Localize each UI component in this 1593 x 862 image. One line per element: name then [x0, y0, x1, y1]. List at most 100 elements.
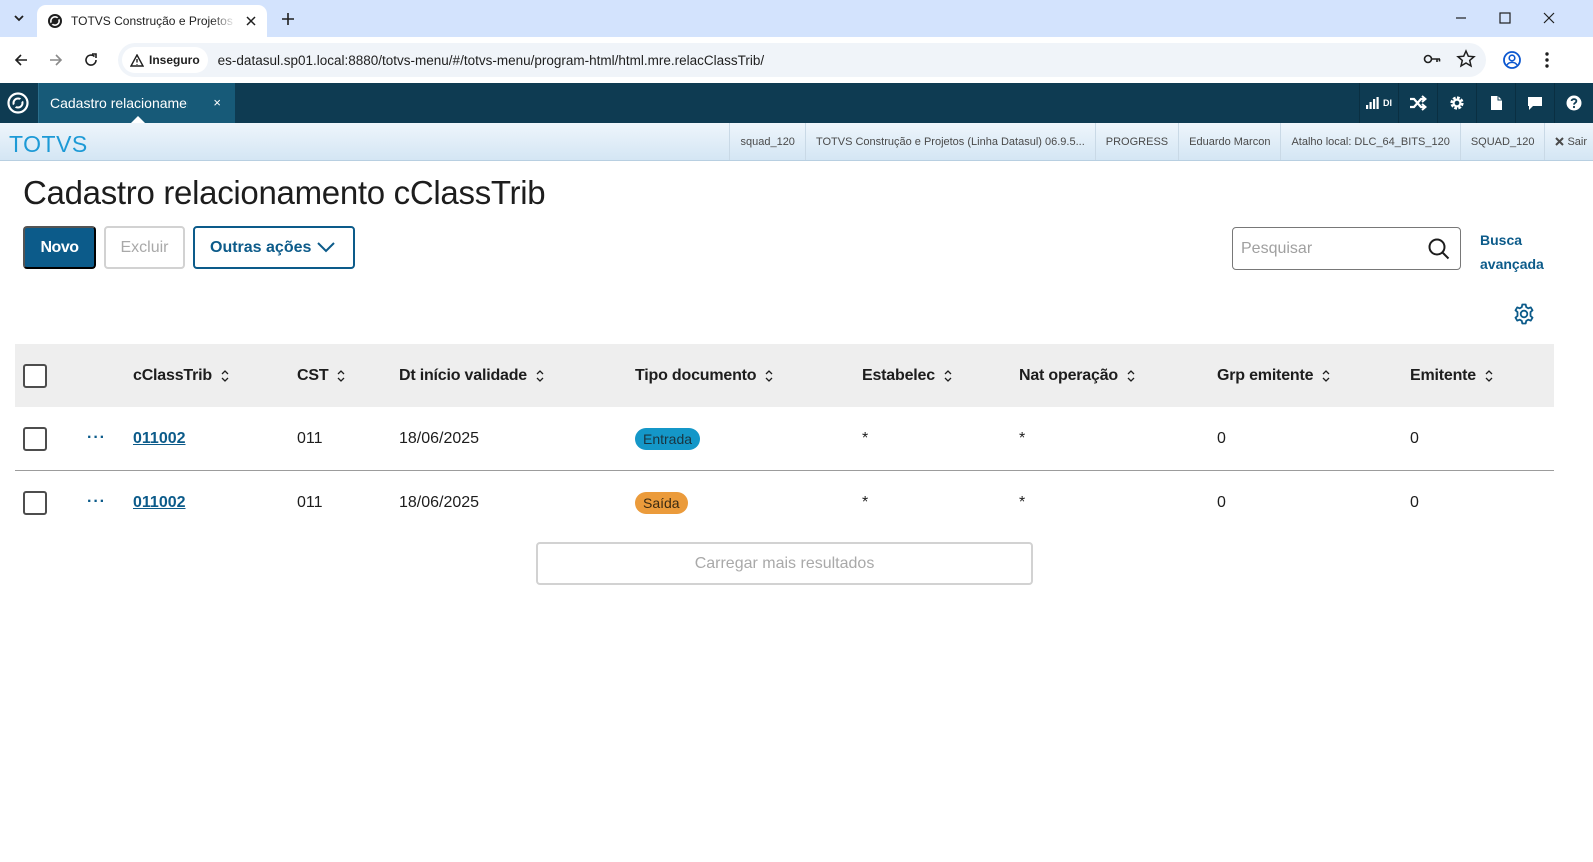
header-estabelec-label: Estabelec — [862, 366, 935, 384]
sort-icon — [765, 369, 773, 382]
help-icon[interactable] — [1554, 83, 1593, 123]
shuffle-icon[interactable] — [1398, 83, 1437, 123]
cell-cst: 011 — [297, 429, 323, 447]
minimize-window-icon[interactable] — [1439, 5, 1483, 31]
other-actions-label: Outras ações — [210, 238, 312, 256]
delete-button[interactable]: Excluir — [104, 226, 185, 269]
totvs-logo-icon[interactable] — [7, 92, 29, 114]
sort-icon — [337, 369, 345, 382]
bookmark-star-icon[interactable] — [1456, 49, 1476, 69]
sort-icon — [944, 369, 952, 382]
close-tab-icon[interactable] — [243, 13, 259, 29]
sort-icon — [221, 369, 229, 382]
load-more-button[interactable]: Carregar mais resultados — [536, 542, 1033, 585]
search-input[interactable] — [1241, 238, 1421, 260]
chevron-down-icon — [317, 242, 335, 253]
header-tipo-doc-label: Tipo documento — [635, 366, 757, 384]
app-tab-close-icon[interactable]: × — [213, 95, 221, 110]
info-bar: TOTVS squad_120 TOTVS Construção e Proje… — [0, 123, 1593, 161]
logout-button[interactable]: Sair — [1544, 123, 1593, 160]
insecure-label: Inseguro — [149, 53, 200, 67]
info-product[interactable]: TOTVS Construção e Projetos (Linha Datas… — [804, 123, 1095, 160]
info-environment[interactable]: SQUAD_120 — [1459, 123, 1545, 160]
browser-tab-strip: TOTVS Construção e Projetos (Linha Datas… — [0, 0, 1593, 37]
brand-logo-text: TOTVS — [9, 131, 88, 157]
new-tab-icon[interactable] — [276, 7, 300, 31]
header-tipo-documento[interactable]: Tipo documento — [635, 344, 773, 407]
header-nat-operacao-label: Nat operação — [1019, 366, 1118, 384]
header-nat-operacao[interactable]: Nat operação — [1019, 344, 1135, 407]
other-actions-button[interactable]: Outras ações — [193, 226, 355, 269]
totvs-favicon-icon — [48, 14, 62, 28]
app-tab-active[interactable]: Cadastro relacionamento cClassTrib × — [38, 83, 235, 123]
password-key-icon[interactable] — [1422, 49, 1442, 69]
reload-icon[interactable] — [78, 47, 104, 73]
tipo-documento-tag: Entrada — [635, 427, 701, 450]
advanced-search-link[interactable]: Busca avançada — [1480, 228, 1544, 276]
header-dt-inicio-validade[interactable]: Dt início validade — [399, 344, 544, 407]
row-checkbox[interactable] — [23, 426, 47, 451]
results-table: cClassTrib CST Dt início validade Tipo d… — [15, 344, 1554, 535]
logout-label: Sair — [1567, 135, 1587, 148]
cell-estabelec: * — [862, 494, 869, 511]
document-icon[interactable] — [1476, 83, 1515, 123]
search-box — [1232, 227, 1461, 270]
header-cclasstrib[interactable]: cClassTrib — [133, 344, 229, 407]
cell-grp-emitente: 0 — [1217, 494, 1226, 511]
sort-icon — [1127, 369, 1135, 382]
header-estabelec[interactable]: Estabelec — [862, 344, 952, 407]
address-bar[interactable]: Inseguro es-datasul.sp01.local:8880/totv… — [118, 43, 1486, 77]
active-tab-caret — [131, 116, 145, 123]
info-user[interactable]: Eduardo Marcon — [1178, 123, 1280, 160]
cell-emitente: 0 — [1410, 429, 1419, 447]
cell-estabelec: * — [862, 429, 869, 447]
browser-menu-icon[interactable] — [1534, 47, 1560, 73]
stats-label: DI — [1383, 98, 1392, 108]
row-checkbox[interactable] — [23, 491, 47, 515]
cclasstrib-link[interactable]: 011002 — [133, 430, 186, 448]
cell-cst: 011 — [297, 494, 323, 511]
header-emitente-label: Emitente — [1410, 366, 1476, 384]
close-window-icon[interactable] — [1527, 5, 1571, 31]
chat-icon[interactable] — [1515, 83, 1554, 123]
table-row: ··· 011002 011 18/06/2025 Saída * * 0 0 — [15, 471, 1554, 535]
table-header-row: cClassTrib CST Dt início validade Tipo d… — [15, 344, 1554, 407]
select-all-checkbox[interactable] — [23, 363, 47, 388]
info-shortcut[interactable]: Atalho local: DLC_64_BITS_120 — [1280, 123, 1459, 160]
row-actions-menu[interactable]: ··· — [87, 493, 106, 511]
header-cst-label: CST — [297, 366, 329, 384]
cclasstrib-link[interactable]: 011002 — [133, 494, 186, 512]
back-arrow-icon[interactable] — [8, 47, 34, 73]
cell-dt-inicio: 18/06/2025 — [399, 494, 480, 511]
stats-icon[interactable]: DI — [1359, 83, 1398, 123]
table-settings-gear-icon[interactable] — [1512, 302, 1536, 326]
header-grp-emitente[interactable]: Grp emitente — [1217, 344, 1330, 407]
table-row: ··· 011002 011 18/06/2025 Entrada * * 0 … — [15, 407, 1554, 471]
tab-search-dropdown-icon[interactable] — [6, 6, 32, 30]
url-text[interactable]: es-datasul.sp01.local:8880/totvs-menu/#/… — [218, 53, 764, 68]
app-top-bar: Cadastro relacionamento cClassTrib × DI — [0, 83, 1593, 123]
header-cclasstrib-label: cClassTrib — [133, 366, 212, 384]
browser-tab-title: TOTVS Construção e Projetos (Linha Datas… — [71, 14, 236, 28]
profile-avatar-icon[interactable] — [1499, 47, 1525, 73]
cell-dt-inicio: 18/06/2025 — [399, 429, 480, 447]
warning-triangle-icon — [130, 53, 144, 67]
search-icon[interactable] — [1428, 238, 1450, 260]
maximize-window-icon[interactable] — [1483, 5, 1527, 31]
close-icon — [1555, 137, 1565, 146]
cell-grp-emitente: 0 — [1217, 429, 1226, 447]
header-cst[interactable]: CST — [297, 344, 345, 407]
browser-tab-active[interactable]: TOTVS Construção e Projetos (Linha Datas… — [37, 5, 267, 37]
row-actions-menu[interactable]: ··· — [87, 429, 106, 447]
header-emitente[interactable]: Emitente — [1410, 344, 1493, 407]
info-database[interactable]: PROGRESS — [1094, 123, 1178, 160]
browser-toolbar: Inseguro es-datasul.sp01.local:8880/totv… — [0, 37, 1593, 83]
sort-icon — [536, 369, 544, 382]
info-squad[interactable]: squad_120 — [729, 123, 804, 160]
cell-nat-operacao: * — [1019, 429, 1026, 447]
site-info-chip[interactable]: Inseguro — [122, 47, 208, 73]
gear-icon[interactable] — [1437, 83, 1476, 123]
forward-arrow-icon[interactable] — [43, 47, 69, 73]
header-grp-emitente-label: Grp emitente — [1217, 366, 1314, 384]
new-button[interactable]: Novo — [23, 226, 96, 269]
